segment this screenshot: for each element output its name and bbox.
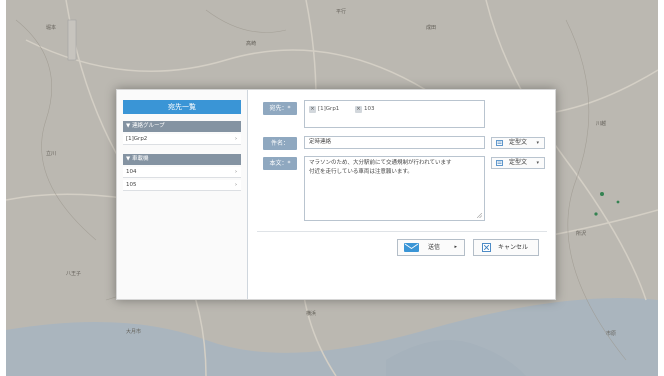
body-line: マラソンのため、大分駅前にて交通規制が行われています [309,160,452,166]
recipient-tag: × 103 [355,105,375,113]
subject-label: 件名： [263,137,297,150]
message-dialog: 宛先一覧 ▼ 連絡グループ [1]Grp2 › ▼ 車載機 104 › 105 … [116,89,556,300]
template-icon [496,140,503,146]
body-line: 付近を走行している車両は注意願います。 [309,169,413,175]
resize-handle-icon[interactable] [477,213,482,218]
send-button[interactable]: 送信 ▸ [397,239,465,256]
recipient-tag-label: 103 [364,106,375,112]
remove-tag-icon[interactable]: × [355,106,362,113]
chevron-down-icon: ▾ [536,160,539,166]
chevron-right-icon: › [235,182,237,188]
subject-value: 定時連絡 [309,139,332,145]
subject-template-button[interactable]: 定型文 ▾ [491,137,545,149]
template-icon [496,160,503,166]
list-item-label: [1]Grp2 [126,136,148,142]
app-frame: 堀本 平行 高崎 川越 所沢 立川 八王子 横浜 大月市 成田 市原 宛先一覧 … [6,0,658,376]
recipients-field[interactable]: × [1]Grp1 × 103 [304,100,485,128]
recipient-list-panel: 宛先一覧 ▼ 連絡グループ [1]Grp2 › ▼ 車載機 104 › 105 … [117,90,248,299]
chevron-right-icon: › [235,169,237,175]
recipient-list-title: 宛先一覧 [123,100,241,114]
to-label: 宛先：* [263,102,297,115]
template-label: 定型文 [509,159,528,166]
send-label: 送信 [428,244,441,251]
group-header-contact[interactable]: ▼ 連絡グループ [123,121,241,132]
template-label: 定型文 [509,139,528,146]
subject-input[interactable]: 定時連絡 [304,136,485,149]
divider [257,231,547,232]
body-label: 本文：* [263,157,297,170]
cancel-label: キャンセル [498,244,529,251]
cancel-icon [482,243,491,252]
recipient-tag: × [1]Grp1 [309,105,339,113]
list-item[interactable]: 105 › [123,180,241,191]
recipient-tag-label: [1]Grp1 [318,106,340,112]
chevron-down-icon: ▾ [536,140,539,146]
list-item[interactable]: [1]Grp2 › [123,134,241,145]
chevron-right-icon: ▸ [454,244,457,250]
list-item-label: 104 [126,169,137,175]
list-item-label: 105 [126,182,137,188]
list-item[interactable]: 104 › [123,167,241,178]
body-template-button[interactable]: 定型文 ▾ [491,157,545,169]
body-textarea[interactable]: マラソンのため、大分駅前にて交通規制が行われています 付近を走行している車両は注… [304,156,485,221]
cancel-button[interactable]: キャンセル [473,239,539,256]
group-header-vehicle[interactable]: ▼ 車載機 [123,154,241,165]
chevron-right-icon: › [235,136,237,142]
envelope-icon [404,243,419,252]
remove-tag-icon[interactable]: × [309,106,316,113]
